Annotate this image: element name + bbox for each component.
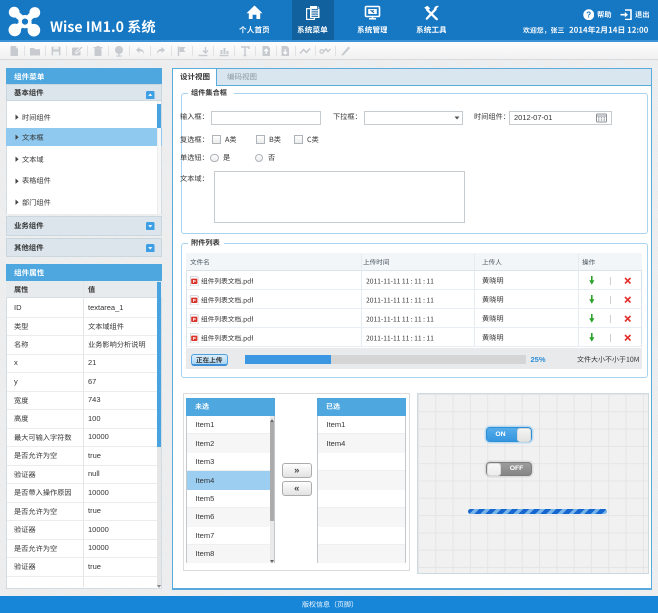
svg-text:P: P xyxy=(192,335,195,340)
svg-text:P: P xyxy=(192,297,195,302)
svg-text:P: P xyxy=(192,278,195,283)
svg-text:?: ? xyxy=(586,10,591,19)
svg-text:P: P xyxy=(192,316,195,321)
